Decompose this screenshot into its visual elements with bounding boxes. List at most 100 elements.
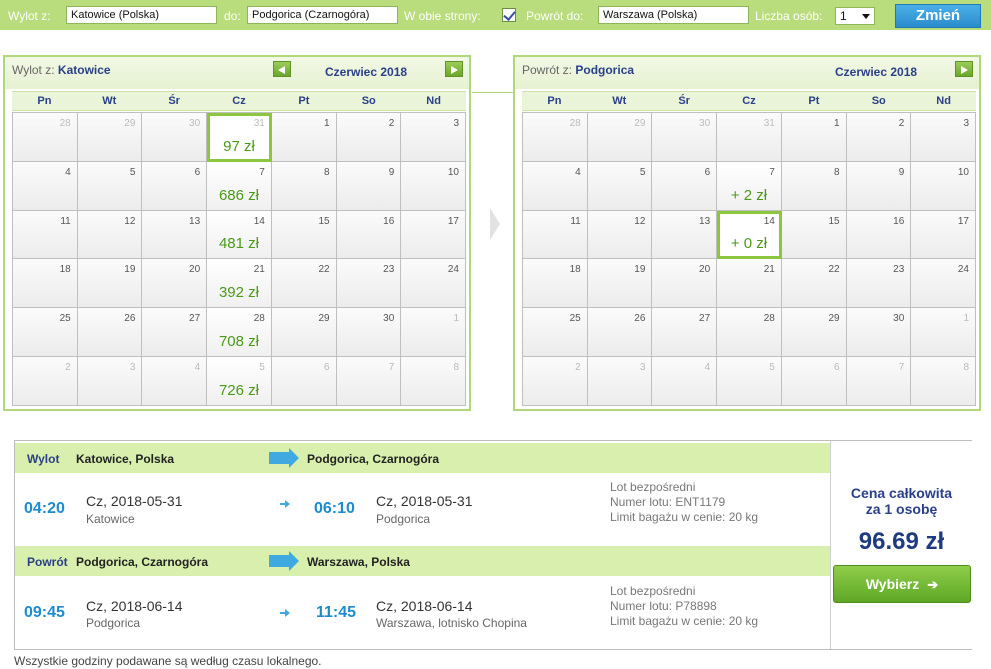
calendar-day[interactable]: 23	[336, 259, 402, 309]
calendar-title-city: Podgorica	[575, 63, 635, 77]
calendar-day[interactable]: 21 392 zł	[207, 259, 272, 309]
calendar-day[interactable]: 4	[523, 161, 588, 211]
calendar-day[interactable]: 17	[911, 210, 976, 260]
calendar-day[interactable]: 9	[846, 161, 912, 211]
calendar-day[interactable]: 12	[77, 210, 143, 260]
calendar-day[interactable]: 9	[336, 161, 402, 211]
arrow-right-icon	[280, 609, 290, 617]
calendar-day[interactable]: 13	[142, 210, 208, 260]
calendar-day[interactable]: 6	[271, 357, 337, 406]
calendar-day[interactable]: 28	[13, 113, 78, 162]
calendar-day[interactable]: 1	[401, 308, 466, 358]
calendar-day[interactable]: 16	[336, 210, 402, 260]
calendar-day[interactable]: 3	[587, 357, 653, 406]
calendar-day[interactable]: 18	[13, 259, 78, 309]
calendar-day[interactable]: 30	[652, 113, 718, 162]
calendar-day[interactable]: 26	[77, 308, 143, 358]
from-field[interactable]: Katowice (Polska)	[66, 6, 217, 24]
calendar-day[interactable]: 7	[336, 357, 402, 406]
next-month-button[interactable]	[445, 61, 463, 77]
calendar-day[interactable]: 19	[77, 259, 143, 309]
calendar-day[interactable]: 4	[142, 357, 208, 406]
calendar-day[interactable]: 27	[652, 308, 718, 358]
calendar-day[interactable]: 11	[13, 210, 78, 260]
roundtrip-checkbox[interactable]	[502, 8, 516, 22]
calendar-day[interactable]: 17	[401, 210, 466, 260]
calendar-day[interactable]: 30	[846, 308, 912, 358]
calendar-day[interactable]: 7	[846, 357, 912, 406]
calendar-day[interactable]: 20	[142, 259, 208, 309]
calendar-day[interactable]: 21	[717, 259, 782, 309]
calendar-day[interactable]: 29	[587, 113, 653, 162]
return-to: Warszawa, Polska	[307, 555, 410, 569]
calendar-day[interactable]: 7 + 2 zł	[717, 161, 782, 211]
calendar-day[interactable]: 1	[911, 308, 976, 358]
calendar-day[interactable]: 18	[523, 259, 588, 309]
calendar-day[interactable]: 3	[77, 357, 143, 406]
calendar-day[interactable]: 25	[13, 308, 78, 358]
calendar-day[interactable]: 10	[911, 161, 976, 211]
calendar-day[interactable]: 28	[523, 113, 588, 162]
calendar-day[interactable]: 25	[523, 308, 588, 358]
calendar-day[interactable]: 15	[271, 210, 337, 260]
calendar-day[interactable]: 24	[401, 259, 466, 309]
calendar-day[interactable]: 13	[652, 210, 718, 260]
change-button[interactable]: Zmień	[895, 4, 981, 28]
calendar-day[interactable]: 19	[587, 259, 653, 309]
calendar-day[interactable]: 20	[652, 259, 718, 309]
calendar-day[interactable]: 12	[587, 210, 653, 260]
day-number: 12	[634, 215, 646, 227]
calendar-day[interactable]: 29	[271, 308, 337, 358]
calendar-day[interactable]: 16	[846, 210, 912, 260]
calendar-day[interactable]: 11	[523, 210, 588, 260]
calendar-day[interactable]: 5	[717, 357, 782, 406]
calendar-day[interactable]: 6	[652, 161, 718, 211]
calendar-day[interactable]: 30	[142, 113, 208, 162]
calendar-day[interactable]: 30	[336, 308, 402, 358]
passengers-select[interactable]: 1	[835, 7, 875, 25]
calendar-day[interactable]: 31	[717, 113, 782, 162]
calendar-day[interactable]: 1	[781, 113, 847, 162]
calendar-day[interactable]: 23	[846, 259, 912, 309]
calendar-day[interactable]: 2	[13, 357, 78, 406]
calendar-day[interactable]: 3	[401, 113, 466, 162]
calendar-day[interactable]: 15	[781, 210, 847, 260]
next-month-button[interactable]	[955, 61, 973, 77]
calendar-day[interactable]: 31 97 zł	[207, 113, 272, 162]
calendar-day[interactable]: 3	[911, 113, 976, 162]
calendar-day[interactable]: 14 + 0 zł	[717, 210, 782, 260]
calendar-day[interactable]: 7 686 zł	[207, 161, 272, 211]
calendar-day[interactable]: 5	[587, 161, 653, 211]
calendar-day[interactable]: 28	[717, 308, 782, 358]
calendar-day[interactable]: 5 726 zł	[207, 357, 272, 406]
calendar-day[interactable]: 28 708 zł	[207, 308, 272, 358]
to-field[interactable]: Podgorica (Czarnogóra)	[247, 6, 398, 24]
calendar-day[interactable]: 22	[781, 259, 847, 309]
calendar-day[interactable]: 5	[77, 161, 143, 211]
day-number: 5	[639, 166, 646, 178]
calendar-day[interactable]: 29	[781, 308, 847, 358]
calendar-day[interactable]: 27	[142, 308, 208, 358]
calendar-day[interactable]: 6	[781, 357, 847, 406]
return-field[interactable]: Warszawa (Polska)	[598, 6, 749, 24]
select-button[interactable]: Wybierz ➔	[833, 565, 971, 603]
calendar-day[interactable]: 1	[271, 113, 337, 162]
calendar-day[interactable]: 6	[142, 161, 208, 211]
prev-month-button[interactable]	[273, 61, 291, 77]
calendar-day[interactable]: 24	[911, 259, 976, 309]
calendar-day[interactable]: 8	[781, 161, 847, 211]
calendar-day[interactable]: 8	[401, 357, 466, 406]
calendar-day[interactable]: 2	[523, 357, 588, 406]
calendar-day[interactable]: 2	[846, 113, 912, 162]
calendar-day[interactable]: 10	[401, 161, 466, 211]
calendar-day[interactable]: 26	[587, 308, 653, 358]
calendar-day[interactable]: 2	[336, 113, 402, 162]
day-number: 15	[318, 215, 330, 227]
calendar-day[interactable]: 22	[271, 259, 337, 309]
calendar-day[interactable]: 4	[13, 161, 78, 211]
calendar-day[interactable]: 4	[652, 357, 718, 406]
calendar-day[interactable]: 8	[271, 161, 337, 211]
calendar-day[interactable]: 14 481 zł	[207, 210, 272, 260]
calendar-day[interactable]: 8	[911, 357, 976, 406]
calendar-day[interactable]: 29	[77, 113, 143, 162]
